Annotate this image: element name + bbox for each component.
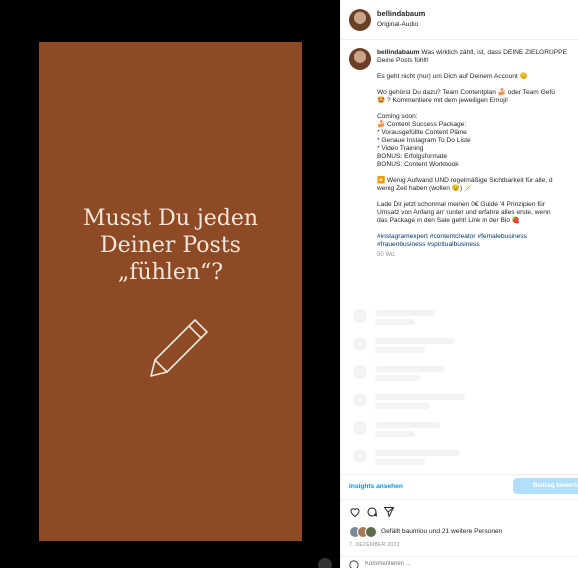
caption-line: Es geht nicht (nur) um Dich auf Deinem A… bbox=[377, 73, 528, 80]
caption-line: 🍰 Content Success Package: bbox=[377, 121, 467, 128]
skeleton-line bbox=[375, 394, 465, 400]
audio-toggle-icon[interactable] bbox=[318, 558, 332, 568]
insights-bar: Insights ansehen Beitrag bewerben bbox=[341, 474, 578, 496]
share-icon[interactable] bbox=[383, 506, 395, 518]
skeleton-line bbox=[375, 310, 435, 316]
reel-headline: Musst Du jeden Deiner Posts „fühlen“? bbox=[39, 205, 302, 286]
reel-viewer: Musst Du jeden Deiner Posts „fühlen“? bbox=[0, 0, 340, 568]
pencil-icon bbox=[150, 319, 208, 377]
caption-line: * Vorausgefüllte Content Pläne bbox=[377, 129, 467, 136]
username-link[interactable]: bellindabaum bbox=[377, 9, 425, 18]
caption-line: Wo gehörst Du dazu? Team Contentplan 🍰 o… bbox=[377, 89, 555, 96]
skeleton-row bbox=[353, 361, 578, 389]
post-actions bbox=[341, 499, 578, 521]
reel-headline-line: Deiner Posts bbox=[100, 233, 241, 258]
skeleton-row bbox=[353, 305, 578, 333]
hashtag-line[interactable]: #frauenbusiness #spiritualbusiness bbox=[377, 241, 480, 248]
avatar[interactable] bbox=[349, 48, 371, 70]
caption-line: Was wirklich zählt, ist, dass DEINE ZIEL… bbox=[421, 49, 567, 56]
caption-line: wenig Zeit haben (wollen 😉) 🪄 bbox=[377, 185, 473, 192]
post-age: 50 Wo. bbox=[377, 252, 396, 258]
caption-line: ▶️ Wenig Aufwand UND regelmäßige Sichtba… bbox=[377, 177, 553, 184]
caption-line: Lade Dir jetzt schonmal meinen 0€ Guide … bbox=[377, 201, 546, 208]
avatar bbox=[365, 526, 377, 538]
caption-paragraph: Coming soon: 🍰 Content Success Package: … bbox=[377, 113, 578, 169]
caption-line: Coming soon: bbox=[377, 113, 418, 120]
skeleton-row bbox=[353, 417, 578, 445]
caption-paragraph: ▶️ Wenig Aufwand UND regelmäßige Sichtba… bbox=[377, 177, 578, 193]
skeleton-avatar bbox=[353, 337, 367, 351]
caption-line: Deine Posts fühlt! bbox=[377, 57, 429, 64]
caption-line: Umsatz von Anfang an' runter und erfahre… bbox=[377, 209, 551, 216]
caption-line: * Genaue Instagram To Do Liste bbox=[377, 137, 471, 144]
skeleton-line bbox=[375, 422, 440, 428]
emoji-icon[interactable] bbox=[349, 560, 359, 568]
skeleton-avatar bbox=[353, 449, 367, 463]
skeleton-line bbox=[375, 366, 445, 372]
boost-post-button[interactable]: Beitrag bewerben bbox=[513, 478, 578, 494]
skeleton-line bbox=[375, 338, 455, 344]
caption-body: bellindabaum Was wirklich zählt, ist, da… bbox=[377, 49, 578, 259]
skeleton-line bbox=[375, 375, 420, 381]
skeleton-avatar bbox=[353, 365, 367, 379]
reel-video[interactable]: Musst Du jeden Deiner Posts „fühlen“? bbox=[39, 42, 302, 541]
skeleton-line bbox=[375, 403, 430, 409]
caption-paragraph: Wo gehörst Du dazu? Team Contentplan 🍰 o… bbox=[377, 89, 578, 105]
comment-icon[interactable] bbox=[366, 506, 378, 518]
caption-paragraph: bellindabaum Was wirklich zählt, ist, da… bbox=[377, 49, 578, 65]
skeleton-row bbox=[353, 389, 578, 417]
caption-username[interactable]: bellindabaum bbox=[377, 49, 420, 56]
reel-headline-line: Musst Du jeden bbox=[82, 206, 259, 231]
caption-paragraph: Es geht nicht (nur) um Dich auf Deinem A… bbox=[377, 73, 578, 81]
caption: bellindabaum Was wirklich zählt, ist, da… bbox=[341, 40, 578, 298]
liker-avatars[interactable] bbox=[349, 526, 377, 538]
skeleton-avatar bbox=[353, 309, 367, 323]
skeleton-avatar bbox=[353, 421, 367, 435]
likes-count[interactable]: Gefällt baumlou und 21 weitere Personen bbox=[381, 528, 502, 535]
caption-line: 🤩 ? Kommentiere mit dem jeweiligen Emoji… bbox=[377, 97, 508, 104]
audio-label[interactable]: Original-Audio bbox=[377, 21, 418, 28]
caption-line: BONUS: Content Workbook bbox=[377, 161, 459, 168]
caption-line: BONUS: Erfolgsformate bbox=[377, 153, 447, 160]
hashtags[interactable]: #instagramexpert #contentcreator #female… bbox=[377, 233, 578, 249]
caption-paragraph: Lade Dir jetzt schonmal meinen 0€ Guide … bbox=[377, 201, 578, 225]
reel-headline-line: „fühlen“? bbox=[117, 260, 224, 285]
skeleton-line bbox=[375, 319, 415, 325]
skeleton-row bbox=[353, 445, 578, 473]
comment-bar bbox=[341, 556, 578, 568]
post-details-panel: bellindabaum Original-Audio bellindabaum… bbox=[340, 0, 578, 568]
avatar[interactable] bbox=[349, 9, 371, 31]
insights-link[interactable]: Insights ansehen bbox=[349, 483, 403, 490]
likes-section: Gefällt baumlou und 21 weitere Personen … bbox=[341, 522, 578, 552]
caption-line: das Package in den Sale geht! Link in de… bbox=[377, 217, 521, 224]
skeleton-line bbox=[375, 459, 425, 465]
skeleton-avatar bbox=[353, 393, 367, 407]
comments-loading-skeleton bbox=[353, 305, 578, 473]
heart-icon[interactable] bbox=[349, 506, 361, 518]
skeleton-row bbox=[353, 333, 578, 361]
comment-input[interactable] bbox=[365, 559, 555, 568]
skeleton-line bbox=[375, 450, 460, 456]
hashtag-line[interactable]: #instagramexpert #contentcreator #female… bbox=[377, 233, 527, 240]
post-header: bellindabaum Original-Audio bbox=[341, 0, 578, 40]
caption-line: * Video Training bbox=[377, 145, 424, 152]
post-date: 7. DEZEMBER 2022 bbox=[349, 542, 400, 548]
skeleton-line bbox=[375, 347, 425, 353]
skeleton-line bbox=[375, 431, 415, 437]
